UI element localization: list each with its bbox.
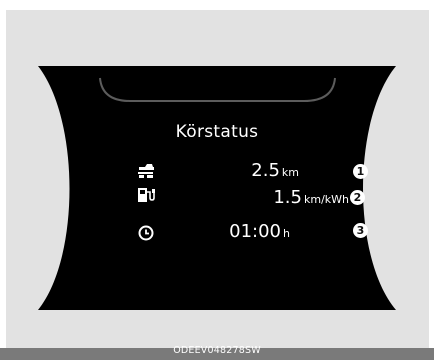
car-distance-icon bbox=[137, 163, 155, 179]
instrument-cluster-display bbox=[38, 66, 396, 310]
time-number: 01:00 bbox=[229, 221, 282, 242]
image-code-caption: ODEEV048278SW bbox=[173, 345, 261, 356]
callout-3: 3 bbox=[353, 223, 368, 238]
distance-value: 2.5 km bbox=[251, 160, 299, 184]
caption-bar: ODEEV048278SW bbox=[0, 345, 434, 360]
clock-icon bbox=[137, 225, 155, 241]
screen-title: Körstatus bbox=[175, 122, 259, 142]
callout-1: 1 bbox=[353, 164, 368, 179]
distance-unit: km bbox=[281, 166, 299, 179]
distance-number: 2.5 bbox=[251, 160, 280, 181]
efficiency-number: 1.5 bbox=[273, 187, 302, 208]
efficiency-unit: km/kWh bbox=[303, 193, 349, 206]
time-unit: h bbox=[283, 227, 290, 240]
time-value: 01:00 h bbox=[229, 221, 290, 245]
efficiency-value: 1.5 km/kWh bbox=[273, 187, 349, 211]
charging-station-icon bbox=[137, 187, 155, 203]
callout-2: 2 bbox=[350, 190, 365, 205]
